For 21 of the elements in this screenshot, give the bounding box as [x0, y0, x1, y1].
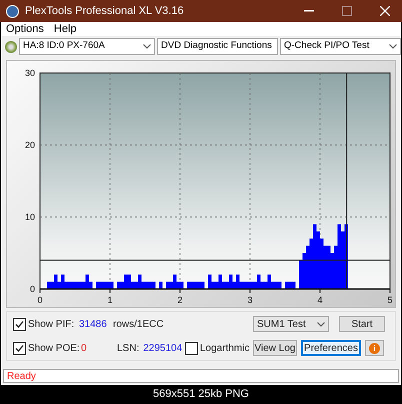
- pif-value: 31486: [78, 318, 107, 332]
- checkbox-label: Logarthmic: [200, 342, 250, 356]
- lsn-label: LSN:: [117, 342, 140, 356]
- window-title: PlexTools Professional XL V3.16: [25, 4, 184, 19]
- axis-label: 5: [388, 295, 392, 305]
- axis-label: 30: [24, 68, 35, 78]
- status-text: Ready: [7, 370, 36, 384]
- axis-label: 1: [108, 295, 112, 305]
- checkbox-label: Show PIF:: [28, 318, 74, 332]
- axis-label: 4: [318, 295, 322, 305]
- lsn-value: 2295104: [143, 342, 182, 356]
- image-caption: 569x551 25kb PNG: [152, 387, 249, 402]
- unit-label: rows/1ECC: [112, 318, 165, 332]
- axis-label: 10: [24, 212, 35, 222]
- axis-label: 2: [178, 295, 182, 305]
- axis-label: 3: [248, 295, 252, 305]
- poe-value: 0: [80, 342, 88, 356]
- axis-label: 0: [30, 284, 35, 294]
- axis-label: 20: [24, 140, 35, 150]
- checkbox-label: Show POE:: [28, 342, 80, 356]
- axis-label: 0: [38, 295, 42, 305]
